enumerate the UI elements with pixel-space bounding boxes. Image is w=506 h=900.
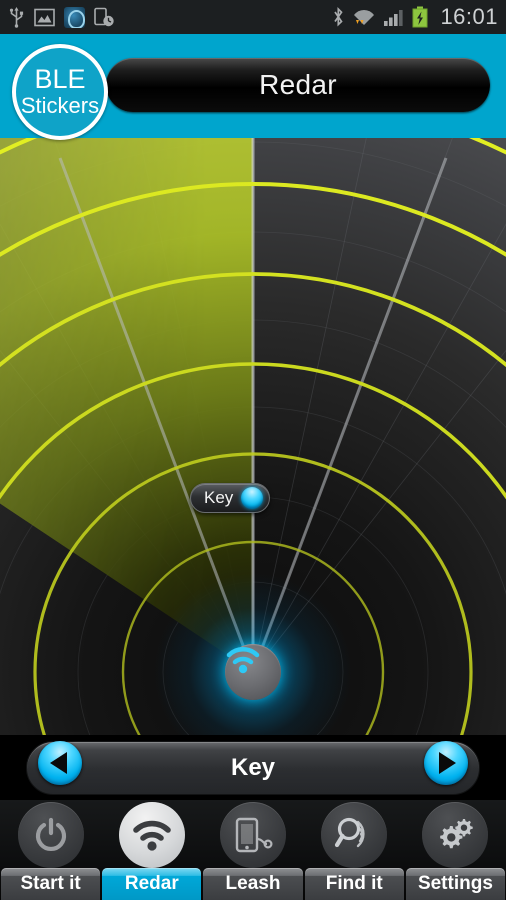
page-title: Redar bbox=[259, 69, 337, 100]
tab-icon-wrap bbox=[220, 802, 286, 868]
tab-label-find-it: Find it bbox=[304, 868, 404, 900]
tab-settings[interactable]: Settings bbox=[405, 800, 506, 900]
detected-device-label: Key bbox=[204, 488, 234, 507]
chevron-right-icon bbox=[439, 752, 456, 774]
status-bar-left-icons bbox=[8, 6, 115, 28]
status-bar: 16:01 bbox=[0, 0, 506, 34]
gears-icon bbox=[440, 819, 474, 849]
tab-leash[interactable]: Leash bbox=[202, 800, 303, 900]
device-selector-bar: Key bbox=[0, 735, 506, 800]
logo-line-1: BLE bbox=[34, 63, 86, 94]
status-bar-right-icons: 16:01 bbox=[332, 4, 498, 30]
detected-device-tag[interactable]: Key bbox=[190, 483, 271, 513]
title-bar: Redar bbox=[106, 58, 490, 112]
app-logo: BLE Stickers bbox=[12, 44, 108, 140]
device-clock-icon bbox=[94, 7, 114, 26]
radar-sweep-wedge bbox=[0, 138, 253, 672]
tab-label-leash: Leash bbox=[203, 868, 303, 900]
wifi-icon bbox=[226, 647, 260, 674]
next-device-button[interactable] bbox=[424, 741, 468, 785]
battery-charging-icon bbox=[412, 6, 428, 28]
selected-device-name: Key bbox=[230, 754, 276, 781]
gallery-icon bbox=[34, 8, 55, 26]
power-icon bbox=[35, 817, 66, 851]
ble-app-icon bbox=[64, 6, 85, 28]
tab-start-it[interactable]: Start it bbox=[0, 800, 101, 900]
bluetooth-icon bbox=[334, 6, 344, 27]
radar-display[interactable]: Key 41% Radio Feet i Page It bbox=[0, 138, 506, 735]
chevron-left-icon bbox=[50, 752, 67, 774]
emitter-origin bbox=[225, 644, 281, 700]
status-bar-clock: 16:01 bbox=[440, 4, 498, 29]
wifi-icon bbox=[132, 820, 171, 851]
tab-label-redar: Redar bbox=[102, 868, 202, 900]
signal-icon bbox=[384, 10, 404, 26]
tab-label-start-it: Start it bbox=[1, 868, 101, 900]
tab-icon-wrap bbox=[321, 802, 388, 868]
bottom-navigation: Start it Redar Leash Find it Settings bbox=[0, 800, 506, 900]
tab-label-settings: Settings bbox=[405, 868, 506, 900]
logo-line-2: Stickers bbox=[20, 92, 100, 118]
wifi-icon bbox=[354, 10, 375, 25]
tab-redar[interactable]: Redar bbox=[101, 800, 202, 900]
magnifier-icon bbox=[335, 817, 365, 848]
tab-icon-wrap bbox=[118, 802, 185, 868]
detected-device-indicator-icon bbox=[241, 487, 264, 509]
leash-icon bbox=[235, 817, 273, 853]
app-root: 16:01 Redar BLE Stickers Key Key Start i… bbox=[0, 0, 506, 900]
tab-icon-wrap bbox=[17, 802, 84, 868]
tab-icon-wrap bbox=[422, 802, 489, 868]
tab-find-it[interactable]: Find it bbox=[304, 800, 405, 900]
device-selector[interactable]: Key bbox=[26, 741, 480, 795]
usb-icon bbox=[9, 7, 24, 28]
previous-device-button[interactable] bbox=[38, 741, 82, 785]
